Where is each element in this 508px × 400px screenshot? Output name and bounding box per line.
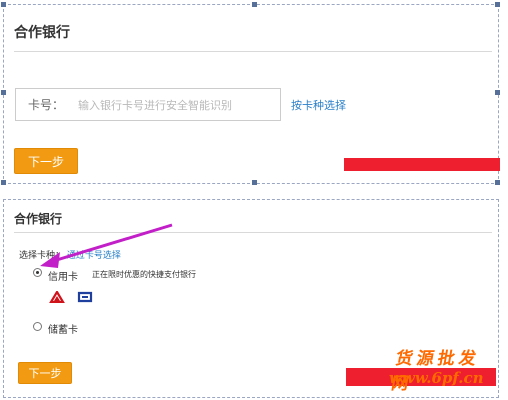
annotation-arrow-icon bbox=[40, 223, 173, 268]
